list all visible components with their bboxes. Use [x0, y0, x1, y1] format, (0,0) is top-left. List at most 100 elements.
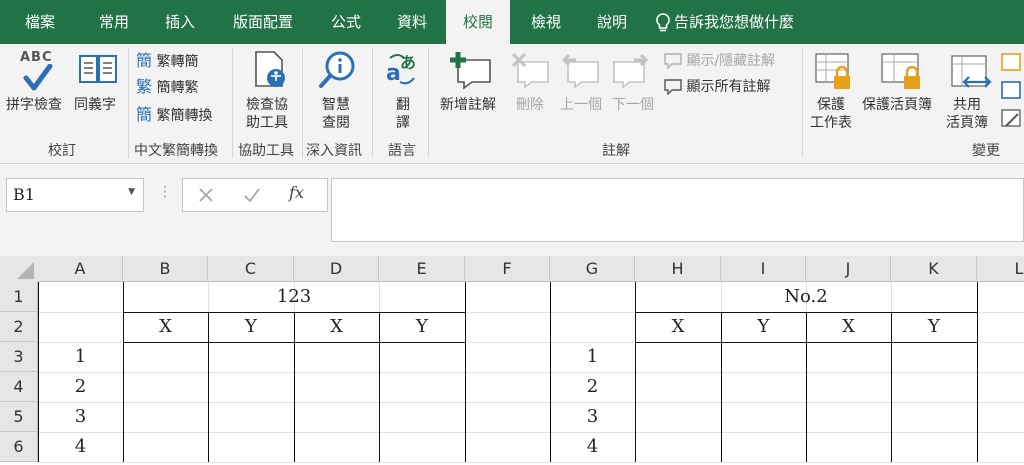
group-label-proofing: 校訂 — [48, 143, 76, 159]
name-box[interactable]: B1 ▼ — [6, 178, 144, 212]
smart-lookup-button[interactable]: 智慧 查閱 — [322, 96, 350, 132]
tab-review[interactable]: 校閱 — [446, 0, 510, 45]
resize-handle-icon[interactable]: ⋮ — [158, 184, 172, 200]
column-header[interactable]: G — [550, 256, 635, 282]
cell[interactable]: 3 — [38, 402, 123, 432]
group-separator — [802, 48, 803, 158]
tab-help[interactable]: 說明 — [584, 0, 640, 44]
previous-comment-button[interactable]: 上一個 — [560, 96, 602, 114]
group-separator — [232, 48, 233, 158]
column-header[interactable]: E — [379, 256, 465, 282]
column-header[interactable]: J — [806, 256, 891, 282]
row-header[interactable]: 6 — [0, 432, 38, 462]
cell[interactable]: 2 — [38, 372, 123, 402]
cell[interactable]: 2 — [550, 372, 635, 402]
cell[interactable]: 1 — [38, 342, 123, 372]
check-accessibility-label-2: 助工具 — [246, 115, 288, 131]
track-changes-icon[interactable] — [998, 52, 1024, 142]
enter-icon[interactable] — [243, 186, 261, 204]
check-accessibility-button[interactable]: 檢查協 助工具 — [246, 96, 288, 132]
share-workbook-label-2: 活頁簿 — [946, 115, 988, 131]
cell[interactable]: Y — [208, 312, 294, 342]
column-header[interactable]: K — [891, 256, 977, 282]
protect-workbook-button[interactable]: 保護活頁簿 — [862, 96, 932, 114]
group-separator — [128, 48, 129, 158]
select-all-corner[interactable] — [0, 256, 38, 282]
name-box-value: B1 — [13, 185, 35, 204]
tell-me-search[interactable]: 告訴我您想做什麼 — [656, 0, 794, 44]
convert-button[interactable]: 簡 繁簡轉換 — [136, 106, 212, 125]
next-comment-button[interactable]: 下一個 — [612, 96, 654, 114]
cancel-icon[interactable] — [197, 186, 215, 204]
share-workbook-icon — [950, 52, 994, 96]
spreadsheet-grid[interactable]: ABCDEFGHIJKL 1 2 3 4 5 6 123 X Y X Y 1 2 3 4 No.2 X Y X Y 1 2… — [0, 256, 1024, 465]
cell[interactable]: 3 — [550, 402, 635, 432]
column-header[interactable]: A — [38, 256, 123, 282]
row-header[interactable]: 1 — [0, 282, 38, 312]
group-separator — [428, 48, 429, 158]
column-header[interactable]: I — [721, 256, 806, 282]
lightbulb-icon — [656, 12, 670, 31]
gridline — [38, 432, 1024, 433]
thesaurus-button[interactable]: 同義字 — [74, 96, 116, 114]
cell[interactable]: 1 — [550, 342, 635, 372]
translate-icon: aあ — [384, 50, 424, 94]
previous-comment-icon — [560, 52, 600, 92]
cell[interactable]: Y — [721, 312, 806, 342]
translate-button[interactable]: 翻 譯 — [396, 96, 410, 132]
cell[interactable]: 4 — [38, 432, 123, 462]
cell[interactable]: 123 — [123, 282, 465, 312]
to-simplified-button[interactable]: 繁 簡轉繁 — [136, 78, 198, 97]
row-header[interactable]: 5 — [0, 402, 38, 432]
column-header[interactable]: D — [294, 256, 379, 282]
tab-data[interactable]: 資料 — [384, 0, 440, 44]
to-simplified-label: 簡轉繁 — [156, 80, 199, 96]
cell[interactable]: X — [294, 312, 379, 342]
tab-page-layout[interactable]: 版面配置 — [222, 0, 304, 44]
to-traditional-button[interactable]: 簡 繁轉簡 — [136, 52, 198, 71]
show-all-comments-button[interactable]: 顯示所有註解 — [664, 78, 770, 96]
tab-formulas[interactable]: 公式 — [318, 0, 374, 44]
traditional-icon: 繁 — [136, 77, 153, 96]
cell-border — [721, 312, 722, 462]
cell[interactable]: X — [806, 312, 891, 342]
cell-border — [635, 342, 978, 343]
share-workbook-button[interactable]: 共用 活頁簿 — [946, 96, 988, 132]
row-header[interactable]: 4 — [0, 372, 38, 402]
cell-border — [123, 312, 466, 313]
column-header[interactable]: L — [977, 256, 1024, 282]
cell[interactable]: Y — [379, 312, 465, 342]
show-hide-comment-button[interactable]: 顯示/隱藏註解 — [664, 52, 775, 70]
cell-border — [550, 282, 551, 462]
row-header[interactable]: 2 — [0, 312, 38, 342]
tab-view[interactable]: 檢視 — [518, 0, 574, 44]
cell[interactable]: 4 — [550, 432, 635, 462]
protect-sheet-button[interactable]: 保護 工作表 — [810, 96, 852, 132]
column-header[interactable]: B — [123, 256, 208, 282]
cell[interactable]: Y — [891, 312, 977, 342]
group-label-language: 語言 — [388, 143, 416, 159]
cell-border — [123, 342, 466, 343]
chevron-down-icon[interactable]: ▼ — [128, 187, 135, 197]
formula-input[interactable] — [331, 178, 1024, 242]
row-header[interactable]: 3 — [0, 342, 38, 372]
cell[interactable]: X — [123, 312, 208, 342]
cell-border — [635, 282, 636, 462]
tab-file[interactable]: 檔案 — [12, 0, 68, 44]
delete-comment-button[interactable]: 刪除 — [516, 96, 544, 114]
column-header[interactable]: F — [465, 256, 550, 282]
spelling-button[interactable]: 拼字檢查 — [6, 96, 62, 114]
cell[interactable]: X — [635, 312, 721, 342]
cell[interactable]: No.2 — [635, 282, 977, 312]
insert-function-icon[interactable]: fx — [289, 183, 304, 202]
show-hide-comment-label: 顯示/隱藏註解 — [686, 53, 776, 69]
new-comment-button[interactable]: 新增註解 — [440, 96, 496, 114]
cell-border — [806, 312, 807, 462]
cell-border — [891, 312, 892, 462]
tab-home[interactable]: 常用 — [86, 0, 142, 44]
ribbon: ABC 拼字檢查 同義字 校訂 簡 繁轉簡 繁 簡轉繁 簡 繁簡轉換 中文繁簡轉… — [0, 44, 1024, 164]
tab-insert[interactable]: 插入 — [152, 0, 208, 44]
column-header-bar: ABCDEFGHIJKL — [0, 256, 1024, 282]
column-header[interactable]: H — [635, 256, 721, 282]
column-header[interactable]: C — [208, 256, 294, 282]
